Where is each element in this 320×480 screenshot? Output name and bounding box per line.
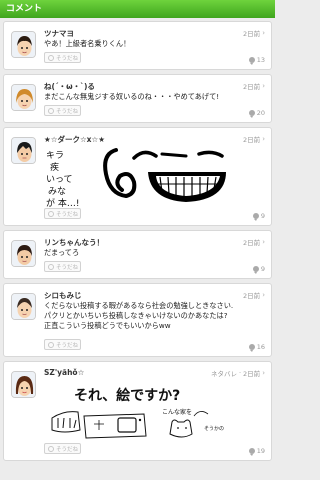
comment-username[interactable]: SZ'yãhǒ☆ bbox=[44, 368, 84, 377]
comment-meta: 2日前 › bbox=[243, 134, 265, 144]
comment-time: 2日前 bbox=[243, 292, 261, 300]
reply-count: 9 bbox=[252, 265, 265, 274]
comment-meta: 2日前 › bbox=[243, 28, 265, 38]
yeah-label: そうだね bbox=[56, 264, 79, 271]
drawing-text: そうかの bbox=[204, 425, 224, 432]
drawing-text: みな bbox=[48, 186, 66, 197]
yeah-button[interactable]: そうだね bbox=[44, 339, 81, 350]
comment-body: まだこんな無鬼ジする奴いるのね・・・やめてあげて! bbox=[44, 92, 220, 101]
comment-card[interactable]: リンちゃんなう！ 2日前 › だまってろ そうだね 9 bbox=[3, 230, 272, 279]
yeah-button[interactable]: そうだね bbox=[44, 261, 81, 272]
header-title: コメント bbox=[6, 4, 43, 14]
comment-feed: ツナマヨ 2日前 › やあ！上級者名乗りくん！ そうだね 13 ね(´・ω・`)る… bbox=[0, 18, 275, 461]
chevron-right-icon: › bbox=[262, 135, 265, 143]
chevron-right-icon: › bbox=[262, 291, 265, 299]
comment-card[interactable]: ★☆ダーク☆x☆★ 2日前 › キラ 疾 いって みな が 本…! そうだね 9 bbox=[3, 127, 272, 226]
comment-body: くだらない投稿する暇があるなら社会の勉強しときなさい. パクリとかいちいち投稿し… bbox=[44, 301, 234, 330]
yeah-button[interactable]: そうだね bbox=[44, 52, 81, 63]
smile-icon bbox=[48, 445, 54, 452]
avatar[interactable] bbox=[11, 137, 36, 164]
yeah-button[interactable]: そうだね bbox=[44, 208, 81, 219]
spoiler-label: ネタバレ bbox=[210, 370, 237, 378]
handwritten-drawing: それ、絵ですか? こんな家を そうかの bbox=[51, 387, 224, 439]
comment-time: 2日前 bbox=[243, 83, 261, 91]
drawing-text: こんな家を bbox=[162, 408, 192, 416]
reply-count: 13 bbox=[248, 56, 265, 65]
speech-bubble-icon bbox=[252, 266, 259, 274]
comment-meta: 2日前 › bbox=[243, 237, 265, 247]
yeah-label: そうだね bbox=[56, 108, 79, 115]
comment-username[interactable]: リンちゃんなう！ bbox=[44, 237, 104, 248]
smile-icon bbox=[48, 210, 54, 217]
smile-icon bbox=[48, 107, 54, 114]
drawing-text: キラ bbox=[46, 150, 64, 161]
avatar[interactable] bbox=[11, 84, 36, 111]
drawing-text: それ、絵ですか? bbox=[74, 387, 180, 404]
yeah-label: そうだね bbox=[56, 342, 79, 349]
reply-count: 19 bbox=[248, 447, 265, 456]
comment-username[interactable]: シロもみじ bbox=[44, 290, 82, 301]
comment-username[interactable]: ツナマヨ bbox=[44, 28, 74, 39]
handwritten-drawing: キラ 疾 いって みな が 本…! bbox=[46, 148, 226, 209]
comment-meta: 2日前 › bbox=[243, 290, 265, 300]
yeah-button[interactable]: そうだね bbox=[44, 443, 81, 454]
chevron-right-icon: › bbox=[262, 29, 265, 37]
reply-count: 16 bbox=[248, 343, 265, 352]
speech-bubble-icon bbox=[252, 213, 259, 221]
comment-time: 2日前 bbox=[243, 239, 261, 247]
comment-meta: 2日前 › bbox=[243, 81, 265, 91]
avatar[interactable] bbox=[11, 371, 36, 398]
yeah-label: そうだね bbox=[56, 211, 79, 218]
speech-bubble-icon bbox=[248, 110, 255, 118]
drawing-text: いって bbox=[46, 175, 73, 185]
comment-card[interactable]: ツナマヨ 2日前 › やあ！上級者名乗りくん！ そうだね 13 bbox=[3, 21, 272, 70]
avatar[interactable] bbox=[11, 240, 36, 267]
yeah-button[interactable]: そうだね bbox=[44, 105, 81, 116]
smile-icon bbox=[48, 263, 54, 270]
speech-bubble-icon bbox=[248, 57, 255, 65]
speech-bubble-icon bbox=[248, 344, 255, 352]
comment-time: 2日前 bbox=[243, 370, 261, 378]
comment-card[interactable]: ね(´・ω・`)る 2日前 › まだこんな無鬼ジする奴いるのね・・・やめてあげて!… bbox=[3, 74, 272, 123]
smile-icon bbox=[48, 341, 54, 348]
comments-header: コメント bbox=[0, 0, 275, 18]
yeah-label: そうだね bbox=[56, 55, 79, 62]
reply-count: 9 bbox=[252, 212, 265, 221]
chevron-right-icon: › bbox=[262, 369, 265, 377]
chevron-right-icon: › bbox=[262, 238, 265, 246]
speech-bubble-icon bbox=[248, 448, 255, 456]
avatar[interactable] bbox=[11, 31, 36, 58]
drawing-text: 疾 bbox=[50, 161, 59, 173]
comment-meta: ネタバレ · 2日前 › bbox=[210, 369, 265, 378]
comment-username[interactable]: ね(´・ω・`)る bbox=[44, 81, 95, 92]
comment-time: 2日前 bbox=[243, 30, 261, 38]
chevron-right-icon: › bbox=[262, 82, 265, 90]
comment-body: やあ！上級者名乗りくん！ bbox=[44, 39, 131, 48]
comment-card[interactable]: SZ'yãhǒ☆ ネタバレ · 2日前 › それ、絵ですか? こんな家を そうかの そ… bbox=[3, 361, 272, 461]
smile-icon bbox=[48, 54, 54, 61]
comment-card[interactable]: シロもみじ 2日前 › くだらない投稿する暇があるなら社会の勉強しときなさい. パ… bbox=[3, 283, 272, 357]
comment-time: 2日前 bbox=[243, 136, 261, 144]
avatar[interactable] bbox=[11, 293, 36, 320]
reply-count: 20 bbox=[248, 109, 265, 118]
yeah-label: そうだね bbox=[56, 446, 79, 453]
comment-body: だまってろ bbox=[44, 248, 80, 257]
